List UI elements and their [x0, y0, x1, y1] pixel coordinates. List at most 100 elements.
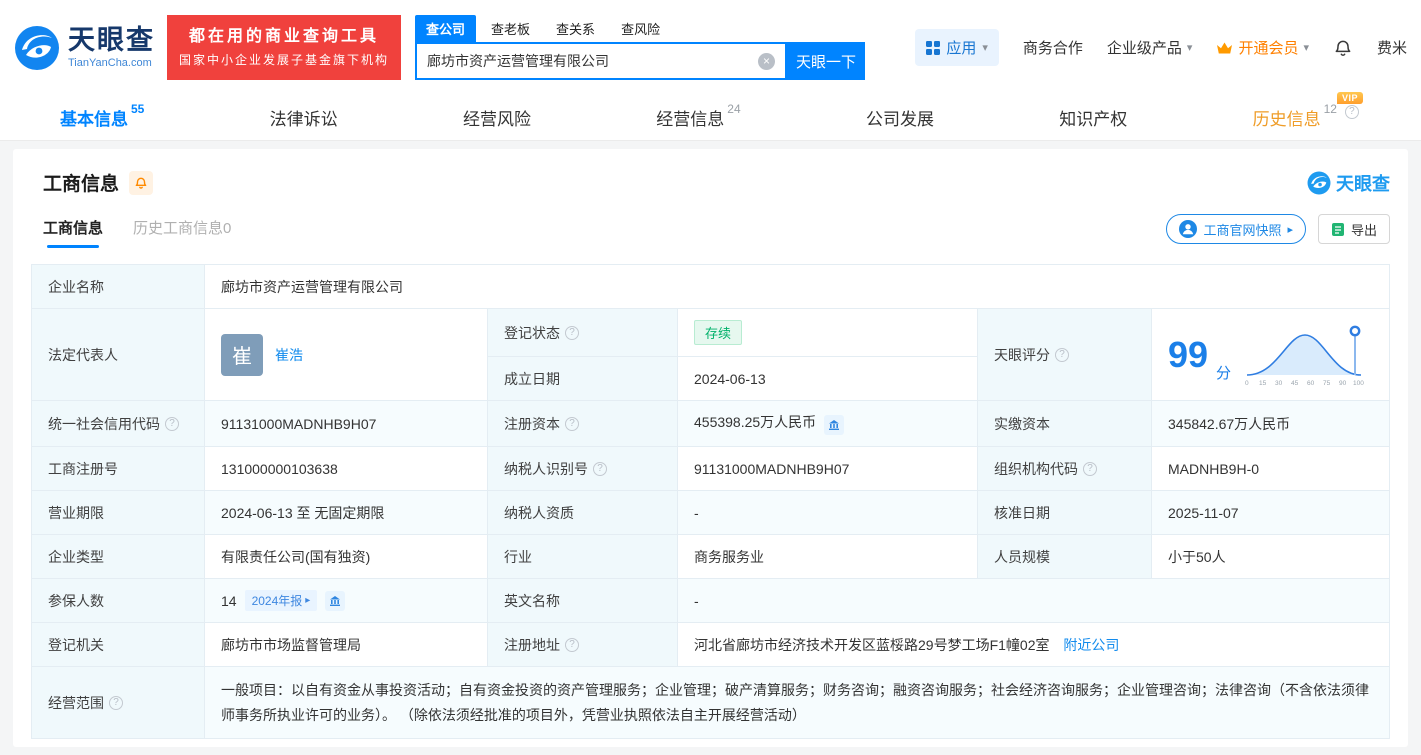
company-name-value: 廊坊市资产运营管理有限公司 [205, 265, 1390, 309]
search-box: × [415, 42, 787, 80]
help-icon[interactable]: ? [593, 462, 607, 476]
field-value: - [678, 579, 1390, 623]
tianyancha-logo-icon [14, 25, 60, 71]
nav-apps-label: 应用 [946, 37, 976, 58]
subscribe-bell-icon[interactable] [129, 171, 153, 195]
help-icon[interactable]: ? [565, 326, 579, 340]
field-value: MADNHB9H-0 [1152, 447, 1390, 491]
tab-count: 24 [727, 102, 740, 116]
section-title: 工商信息 [43, 169, 119, 196]
export-button[interactable]: 导出 [1318, 214, 1390, 244]
field-value: 有限责任公司(国有独资) [205, 535, 488, 579]
chevron-down-icon: ▾ [1187, 41, 1193, 54]
notification-bell-icon[interactable] [1333, 38, 1353, 58]
search-tab-company[interactable]: 查公司 [415, 15, 476, 42]
field-label: 统一社会信用代码? [32, 401, 205, 447]
table-row: 法定代表人 崔 崔浩 登记状态? 存续 天眼评分? [32, 309, 1390, 357]
search-tab-boss[interactable]: 查老板 [480, 15, 541, 42]
table-row: 企业名称 廊坊市资产运营管理有限公司 [32, 265, 1390, 309]
field-label: 法定代表人 [32, 309, 205, 401]
field-value: 91131000MADNHB9H07 [205, 401, 488, 447]
help-icon[interactable]: ? [1345, 105, 1359, 119]
tab-intellectual-property[interactable]: 知识产权 [1059, 105, 1127, 130]
tab-business-info[interactable]: 经营信息 24 [656, 105, 740, 130]
legal-rep-link[interactable]: 崔浩 [275, 345, 303, 365]
subtab-row: 工商信息 历史工商信息0 工商官网快照 ▸ [43, 214, 1390, 250]
watermark-label: 天眼查 [1336, 170, 1390, 196]
tab-basic-info[interactable]: 基本信息 55 [60, 105, 144, 130]
bank-icon[interactable] [325, 591, 345, 611]
table-row: 企业类型 有限责任公司(国有独资) 行业 商务服务业 人员规模 小于50人 [32, 535, 1390, 579]
search-tab-relation[interactable]: 查关系 [545, 15, 606, 42]
field-label: 注册资本? [488, 401, 678, 447]
help-icon[interactable]: ? [565, 638, 579, 652]
business-info-card: 工商信息 天眼查 [13, 149, 1408, 747]
field-label: 组织机构代码? [978, 447, 1152, 491]
field-label: 成立日期 [488, 357, 678, 401]
help-icon[interactable]: ? [165, 417, 179, 431]
field-label: 行业 [488, 535, 678, 579]
help-icon[interactable]: ? [565, 417, 579, 431]
status-badge: 存续 [694, 320, 742, 345]
nearby-companies-link[interactable]: 附近公司 [1063, 637, 1119, 653]
reg-capital-cell: 455398.25万人民币 [678, 401, 978, 447]
arrow-right-icon: ▸ [305, 595, 310, 606]
search-input[interactable] [417, 53, 758, 69]
grid-icon [926, 41, 940, 55]
field-label: 企业名称 [32, 265, 205, 309]
slogan-line1: 都在用的商业查询工具 [179, 24, 389, 50]
tab-history-info[interactable]: VIP 历史信息 12 ? [1253, 105, 1359, 130]
nav-apps[interactable]: 应用 ▾ [915, 29, 999, 66]
tab-company-development[interactable]: 公司发展 [866, 105, 934, 130]
subtab-business-registration[interactable]: 工商信息 [43, 217, 103, 248]
field-label: 工商注册号 [32, 447, 205, 491]
tab-operational-risk[interactable]: 经营风险 [463, 105, 531, 130]
annual-report-badge[interactable]: 2024年报 ▸ [245, 590, 318, 611]
nav-feimi[interactable]: 费米 [1377, 37, 1407, 58]
search-button[interactable]: 天眼一下 [787, 42, 865, 80]
clear-icon[interactable]: × [758, 53, 775, 70]
nav-enterprise-products[interactable]: 企业级产品 ▾ [1107, 37, 1193, 58]
chevron-down-icon: ▾ [1303, 41, 1309, 54]
field-label: 天眼评分? [978, 309, 1152, 401]
vip-badge: VIP [1337, 92, 1363, 104]
chevron-down-icon: ▾ [982, 41, 988, 54]
business-info-table: 企业名称 廊坊市资产运营管理有限公司 法定代表人 崔 崔浩 登记状态? [31, 264, 1390, 739]
field-value: 2024-06-13 至 无固定期限 [205, 491, 488, 535]
tab-count: 12 [1324, 102, 1337, 116]
help-icon[interactable]: ? [109, 696, 123, 710]
search-tabs: 查公司 查老板 查关系 查风险 [415, 15, 865, 42]
field-label: 核准日期 [978, 491, 1152, 535]
nav-business-cooperation[interactable]: 商务合作 [1023, 37, 1083, 58]
business-scope-value: 一般项目：以自有资金从事投资活动；自有资金投资的资产管理服务；企业管理；破产清算… [205, 667, 1390, 739]
field-label: 人员规模 [978, 535, 1152, 579]
subtab-history-registration[interactable]: 历史工商信息0 [133, 217, 231, 248]
search-area: 查公司 查老板 查关系 查风险 × 天眼一下 [415, 15, 865, 80]
help-icon[interactable]: ? [1083, 462, 1097, 476]
field-label: 登记机关 [32, 623, 205, 667]
field-label: 经营范围? [32, 667, 205, 739]
field-label: 营业期限 [32, 491, 205, 535]
tab-count: 55 [131, 102, 144, 116]
table-row: 参保人数 14 2024年报 ▸ 英文名称 - [32, 579, 1390, 623]
legal-rep-cell: 崔 崔浩 [205, 309, 488, 401]
tab-legal-litigation[interactable]: 法律诉讼 [270, 105, 338, 130]
field-label: 实缴资本 [978, 401, 1152, 447]
legal-rep-avatar[interactable]: 崔 [221, 334, 263, 376]
svg-text:30: 30 [1275, 380, 1283, 387]
tianyancha-watermark: 天眼查 [1307, 170, 1390, 196]
tianyancha-logo[interactable]: 天眼查 TianYanCha.com [14, 25, 155, 71]
nav-open-membership[interactable]: 开通会员 ▾ [1216, 37, 1309, 58]
table-row: 统一社会信用代码? 91131000MADNHB9H07 注册资本? 45539… [32, 401, 1390, 447]
field-label: 英文名称 [488, 579, 678, 623]
search-tab-risk[interactable]: 查风险 [610, 15, 671, 42]
help-icon[interactable]: ? [1055, 348, 1069, 362]
official-snapshot-button[interactable]: 工商官网快照 ▸ [1166, 214, 1306, 244]
table-row: 营业期限 2024-06-13 至 无固定期限 纳税人资质 - 核准日期 202… [32, 491, 1390, 535]
slogan-banner: 都在用的商业查询工具 国家中小企业发展子基金旗下机构 [167, 15, 401, 79]
slogan-line2: 国家中小企业发展子基金旗下机构 [179, 51, 389, 71]
score-value: 99 [1168, 337, 1208, 373]
content-area: 工商信息 天眼查 [0, 141, 1421, 755]
arrow-right-icon: ▸ [1287, 223, 1293, 236]
bank-icon[interactable] [824, 415, 844, 435]
